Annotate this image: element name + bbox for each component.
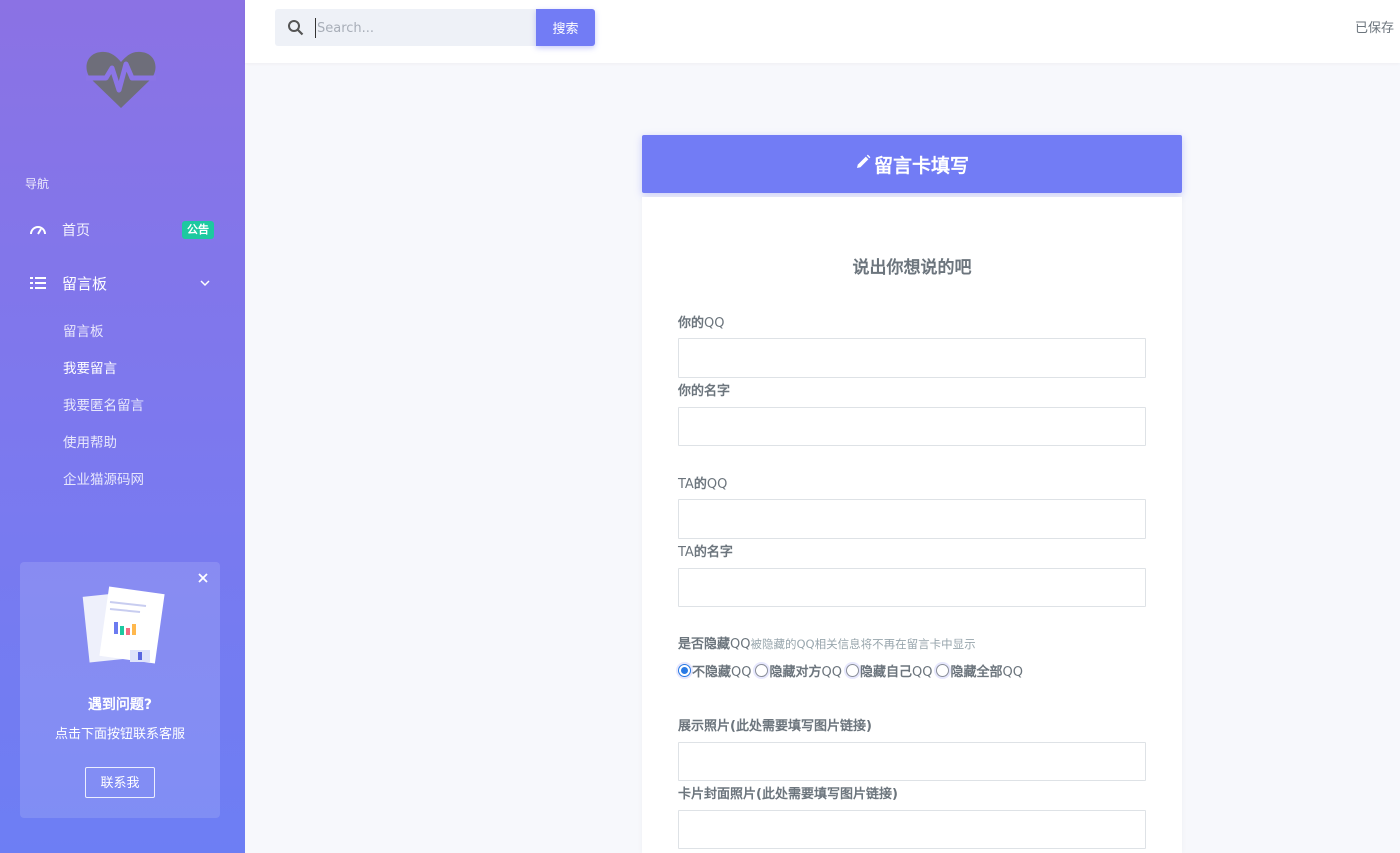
saved-status: 已保存	[1355, 21, 1395, 36]
sidebar: 导航 首页 公告 留言板 留言板 我要留言 我要匿名留言 使用帮助 企业猫源码网	[0, 0, 245, 853]
photo-url-input[interactable]	[678, 742, 1146, 781]
your-name-input[interactable]	[678, 407, 1146, 446]
sub-item-leave-message[interactable]: 我要留言	[63, 357, 117, 377]
radio-hide-self[interactable]: 隐藏自己QQ	[845, 661, 932, 680]
hide-qq-radio-group: 不隐藏QQ 隐藏对方QQ 隐藏自己QQ 隐藏全部QQ	[678, 661, 1023, 680]
your-qq-label: 你的QQ	[678, 316, 725, 331]
photo-label: 展示照片(此处需要填写图片链接)	[678, 719, 872, 734]
help-title: 遇到问题?	[87, 697, 153, 713]
hide-qq-hint: 被隐藏的QQ相关信息将不再在留言卡中显示	[750, 637, 976, 651]
sidebar-item-guestbook[interactable]: 留言板	[0, 265, 245, 301]
sub-item-help[interactable]: 使用帮助	[63, 431, 117, 451]
cover-label: 卡片封面照片(此处需要填写图片链接)	[678, 787, 898, 802]
radio-button[interactable]	[678, 664, 691, 677]
search-button[interactable]: 搜索	[536, 9, 595, 46]
radio-hide-all[interactable]: 隐藏全部QQ	[936, 661, 1023, 680]
sidebar-item-label: 首页	[62, 223, 90, 239]
radio-hide-other[interactable]: 隐藏对方QQ	[755, 661, 842, 680]
close-icon[interactable]	[196, 571, 210, 585]
sidebar-item-label: 留言板	[62, 274, 108, 293]
message-card-form: 说出你想说的吧 你的QQ 你的名字 TA的QQ TA的名字 是否隐藏QQ被隐藏的…	[642, 197, 1182, 853]
radio-no-hide[interactable]: 不隐藏QQ	[678, 661, 751, 680]
ta-qq-input[interactable]	[678, 499, 1146, 539]
help-card: 遇到问题? 点击下面按钮联系客服 联系我	[20, 562, 220, 818]
search-input[interactable]	[315, 18, 525, 38]
search-icon	[288, 20, 304, 36]
card-title: 留言卡填写	[873, 154, 969, 177]
heart-pulse-logo-icon[interactable]	[84, 48, 158, 112]
cover-url-input[interactable]	[678, 810, 1146, 849]
sub-item-guestbook[interactable]: 留言板	[63, 320, 104, 340]
help-description: 点击下面按钮联系客服	[54, 727, 185, 742]
your-qq-input[interactable]	[678, 338, 1146, 378]
radio-button[interactable]	[755, 664, 769, 677]
ta-name-input[interactable]	[678, 568, 1146, 607]
card-header: 留言卡填写	[642, 135, 1182, 193]
nav-section-title: 导航	[25, 177, 50, 191]
report-illustration-icon	[82, 586, 165, 664]
contact-button[interactable]: 联系我	[85, 767, 155, 798]
sub-item-anonymous-message[interactable]: 我要匿名留言	[63, 394, 144, 414]
your-name-label: 你的名字	[678, 384, 731, 399]
radio-button[interactable]	[845, 664, 859, 677]
ta-name-label: TA的名字	[678, 545, 733, 560]
notice-badge: 公告	[182, 221, 214, 239]
topbar: 搜索 已保存	[245, 0, 1400, 63]
pencil-icon	[856, 154, 871, 168]
dashboard-icon	[30, 226, 46, 235]
ta-qq-label: TA的QQ	[678, 477, 728, 492]
radio-button[interactable]	[936, 664, 950, 677]
sidebar-item-home[interactable]: 首页 公告	[0, 212, 245, 248]
chevron-down-icon[interactable]	[199, 277, 211, 289]
sub-item-source-site[interactable]: 企业猫源码网	[63, 468, 144, 488]
form-subtitle: 说出你想说的吧	[852, 258, 972, 278]
list-icon	[30, 277, 46, 289]
hide-qq-label: 是否隐藏QQ被隐藏的QQ相关信息将不再在留言卡中显示	[678, 637, 976, 652]
search-box	[275, 9, 537, 46]
